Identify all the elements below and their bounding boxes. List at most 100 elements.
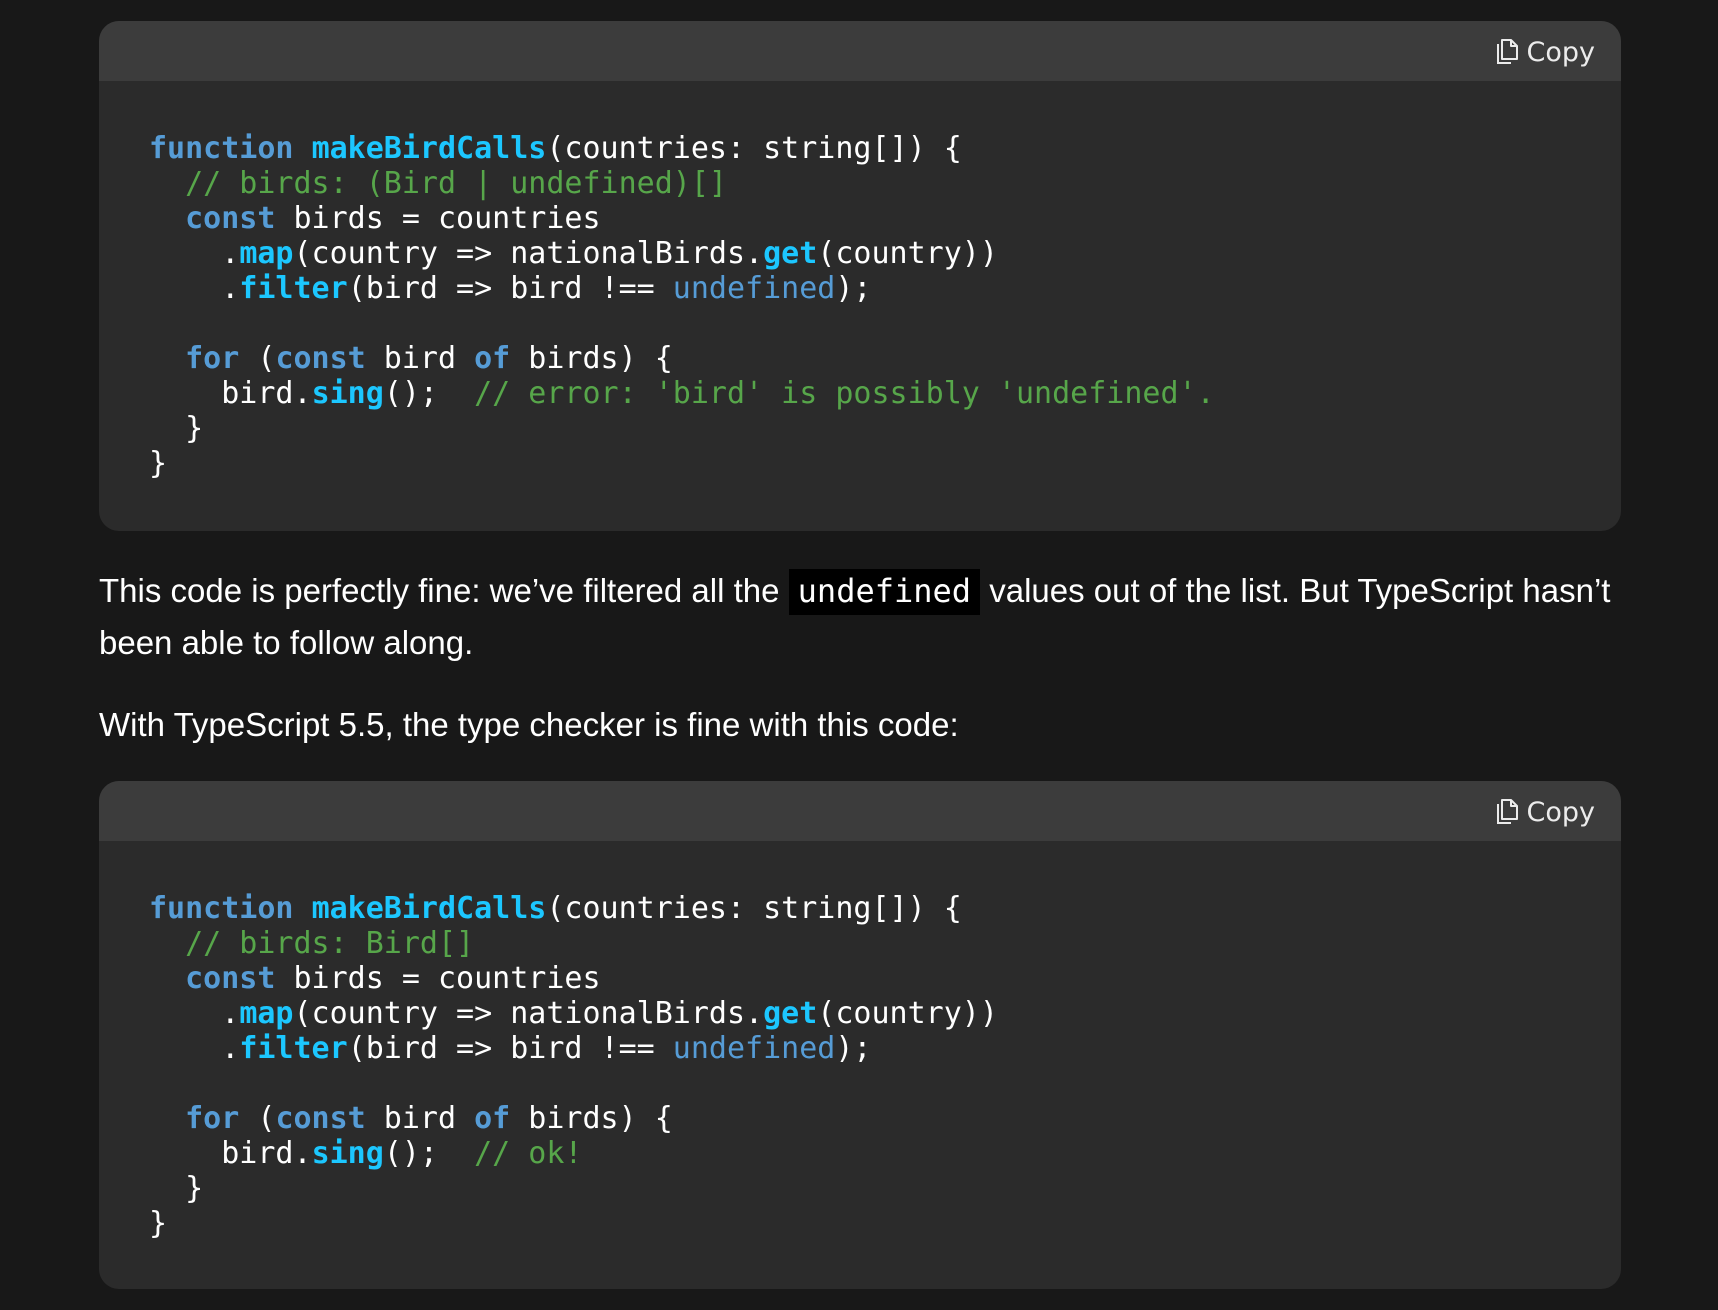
code-token: (countries: string[]) {	[546, 891, 962, 926]
code-token: }	[149, 446, 168, 481]
code-line: // birds: Bird[]	[149, 926, 998, 961]
code-line: bird.sing(); // ok!	[149, 1136, 998, 1171]
code-token: undefined	[672, 1031, 836, 1066]
code-content: function makeBirdCalls(countries: string…	[149, 891, 998, 1241]
code-line: .map(country => nationalBirds.get(countr…	[149, 996, 998, 1031]
code-token: undefined	[672, 271, 836, 306]
code-token: filter	[239, 271, 348, 306]
code-token: for	[185, 341, 240, 376]
code-token: bird	[365, 1101, 475, 1136]
code-line: }	[149, 1206, 998, 1241]
code-token: function	[149, 891, 294, 926]
code-token: map	[239, 236, 294, 271]
code-line: .map(country => nationalBirds.get(countr…	[149, 236, 1215, 271]
code-token: (bird => bird !==	[347, 1031, 673, 1066]
code-token: get	[763, 996, 818, 1031]
paragraph-explanation: This code is perfectly fine: we’ve filte…	[99, 565, 1629, 668]
code-token: // ok!	[474, 1136, 583, 1171]
code-token: of	[474, 1101, 511, 1136]
code-block-1: Copy function makeBirdCalls(countries: s…	[99, 21, 1621, 531]
code-token: const	[185, 201, 276, 236]
code-token: }	[149, 1206, 168, 1241]
code-token: // birds: (Bird | undefined)[]	[185, 166, 727, 201]
code-token: bird	[365, 341, 475, 376]
code-line: .filter(bird => bird !== undefined);	[149, 1031, 998, 1066]
code-token: (country => nationalBirds.	[293, 996, 764, 1031]
copy-button-label: Copy	[1526, 36, 1596, 68]
code-token: (country => nationalBirds.	[293, 236, 764, 271]
code-token: of	[474, 341, 511, 376]
paragraph-text-before: This code is perfectly fine: we’ve filte…	[99, 572, 789, 609]
code-token: (country))	[817, 996, 998, 1031]
code-token: sing	[311, 376, 384, 411]
code-token: birds) {	[510, 1101, 673, 1136]
code-token: (bird => bird !==	[347, 271, 673, 306]
code-token: get	[763, 236, 818, 271]
code-line: const birds = countries	[149, 961, 998, 996]
code-line: bird.sing(); // error: 'bird' is possibl…	[149, 376, 1215, 411]
code-block-header: Copy	[99, 781, 1621, 841]
code-token: // error: 'bird' is possibly 'undefined'…	[474, 376, 1215, 411]
code-content: function makeBirdCalls(countries: string…	[149, 131, 1215, 481]
copy-icon	[1494, 38, 1520, 66]
code-block-header: Copy	[99, 21, 1621, 81]
paragraph-intro: With TypeScript 5.5, the type checker is…	[99, 706, 959, 743]
code-token: (	[239, 341, 276, 376]
code-token: sing	[311, 1136, 384, 1171]
code-block-2: Copy function makeBirdCalls(countries: s…	[99, 781, 1621, 1289]
code-token: for	[185, 1101, 240, 1136]
code-line: }	[149, 446, 1215, 481]
code-token: makeBirdCalls	[311, 131, 547, 166]
code-token: ();	[383, 376, 475, 411]
copy-icon	[1494, 798, 1520, 826]
code-token: const	[275, 341, 366, 376]
code-line: }	[149, 1171, 998, 1206]
code-token: ();	[383, 1136, 475, 1171]
code-token: .	[149, 1031, 240, 1066]
copy-button-label: Copy	[1526, 796, 1596, 828]
code-token: birds = countries	[275, 201, 601, 236]
code-token: (countries: string[]) {	[546, 131, 962, 166]
code-token: }	[149, 411, 204, 446]
code-line: // birds: (Bird | undefined)[]	[149, 166, 1215, 201]
code-token: map	[239, 996, 294, 1031]
code-token: const	[275, 1101, 366, 1136]
code-line: function makeBirdCalls(countries: string…	[149, 131, 1215, 166]
code-line: for (const bird of birds) {	[149, 341, 1215, 376]
code-token: function	[149, 131, 294, 166]
code-token: bird.	[149, 376, 312, 411]
code-line: for (const bird of birds) {	[149, 1101, 998, 1136]
code-line: const birds = countries	[149, 201, 1215, 236]
code-token: const	[185, 961, 276, 996]
code-token: filter	[239, 1031, 348, 1066]
copy-button[interactable]: Copy	[1494, 35, 1596, 69]
code-token: .	[149, 236, 240, 271]
code-line: .filter(bird => bird !== undefined);	[149, 271, 1215, 306]
code-token: .	[149, 271, 240, 306]
code-token: makeBirdCalls	[311, 891, 547, 926]
code-token: bird.	[149, 1136, 312, 1171]
code-token: birds) {	[510, 341, 673, 376]
code-token: );	[835, 271, 872, 306]
code-token: // birds: Bird[]	[185, 926, 475, 961]
code-token: );	[835, 1031, 872, 1066]
code-token: (country))	[817, 236, 998, 271]
code-line: }	[149, 411, 1215, 446]
copy-button[interactable]: Copy	[1494, 795, 1596, 829]
code-token: .	[149, 996, 240, 1031]
code-token: (	[239, 1101, 276, 1136]
code-line: function makeBirdCalls(countries: string…	[149, 891, 998, 926]
code-token: birds = countries	[275, 961, 601, 996]
inline-code-undefined: undefined	[788, 569, 981, 615]
code-token: }	[149, 1171, 204, 1206]
